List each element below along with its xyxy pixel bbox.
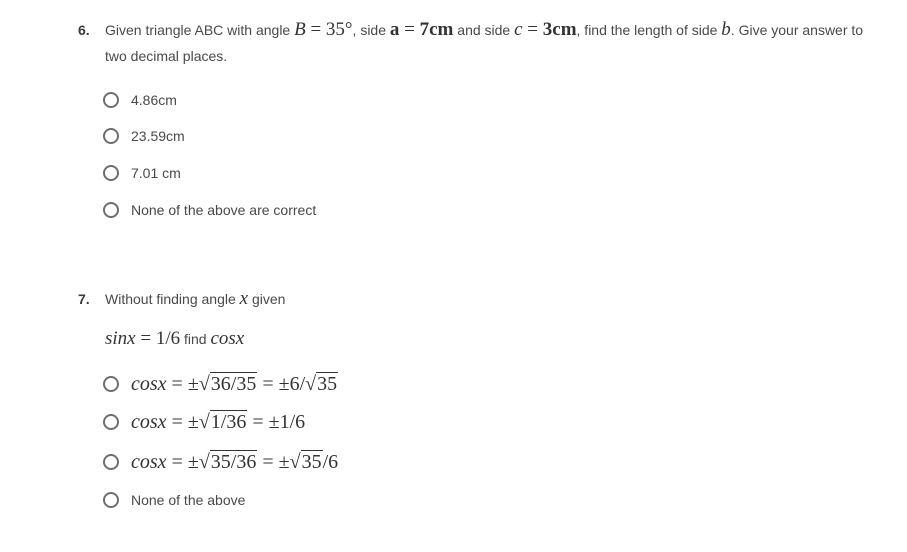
question-number: 6. [78, 22, 90, 38]
option-none-of-above[interactable]: None of the above [103, 488, 245, 512]
math-side-a-val: 7cm [419, 19, 454, 40]
given-equation: sinx = 1/6 find cosx [105, 328, 244, 350]
sqrt-symbol: √36/35 [198, 371, 258, 395]
math-eq: = [522, 19, 543, 40]
radio-button[interactable] [103, 165, 119, 181]
math-side-c-var: c [514, 19, 523, 40]
radio-button[interactable] [103, 414, 119, 430]
option-math: cosx = ±√35/36 = ±√35/6 [131, 449, 339, 473]
math-eq: = [399, 19, 420, 40]
math-side-a-var: a [389, 19, 400, 40]
math-side-c-val: 3cm [542, 19, 577, 40]
radio-button[interactable] [103, 128, 119, 144]
question-number: 7. [78, 291, 90, 307]
option-math: cosx = ±√1/36 = ±1/6 [131, 409, 306, 433]
option-cosx-1-6[interactable]: cosx = ±√1/36 = ±1/6 [103, 409, 306, 434]
option-23-59cm[interactable]: 23.59cm [103, 124, 185, 148]
option-cosx-root35-6[interactable]: cosx = ±√35/36 = ±√35/6 [103, 449, 339, 474]
option-7-01cm[interactable]: 7.01 cm [103, 161, 181, 185]
radio-button[interactable] [103, 92, 119, 108]
sqrt-symbol: √1/36 [198, 409, 248, 433]
radio-button[interactable] [103, 454, 119, 470]
question-text: Without finding angle x given [105, 286, 885, 312]
option-label: 4.86cm [131, 92, 177, 108]
math-side-b: b [721, 19, 731, 40]
text-segment: Given triangle ABC with angle [105, 22, 295, 38]
math-sinx: sinx [105, 328, 136, 349]
math-cosx: cosx [210, 328, 245, 349]
text-segment: , find the length of side [576, 22, 722, 38]
text-segment: , side [352, 22, 390, 38]
sqrt-symbol: √35/36 [198, 449, 258, 473]
radio-button[interactable] [103, 492, 119, 508]
option-label: 23.59cm [131, 128, 185, 144]
option-label: None of the above [131, 492, 246, 508]
option-label: 7.01 cm [131, 165, 181, 181]
option-4-86cm[interactable]: 4.86cm [103, 88, 177, 112]
math-angle-b: B [294, 19, 306, 40]
option-label: None of the above are correct [131, 202, 317, 218]
text-segment: and side [453, 22, 515, 38]
text-segment: find [180, 331, 211, 347]
math-value: = 1/6 [135, 328, 181, 349]
sqrt-symbol: √35 [289, 449, 323, 473]
option-cosx-6-root35[interactable]: cosx = ±√36/35 = ±6/√35 [103, 371, 339, 396]
question-text: Given triangle ABC with angle B = 35°, s… [105, 19, 864, 64]
text-segment: given [248, 291, 286, 307]
option-none-correct[interactable]: None of the above are correct [103, 198, 316, 222]
text-segment: Without finding angle [105, 291, 240, 307]
radio-button[interactable] [103, 202, 119, 218]
radio-button[interactable] [103, 376, 119, 392]
math-x: x [239, 288, 249, 309]
option-math: cosx = ±√36/35 = ±6/√35 [131, 371, 339, 395]
sqrt-symbol: √35 [305, 371, 339, 395]
